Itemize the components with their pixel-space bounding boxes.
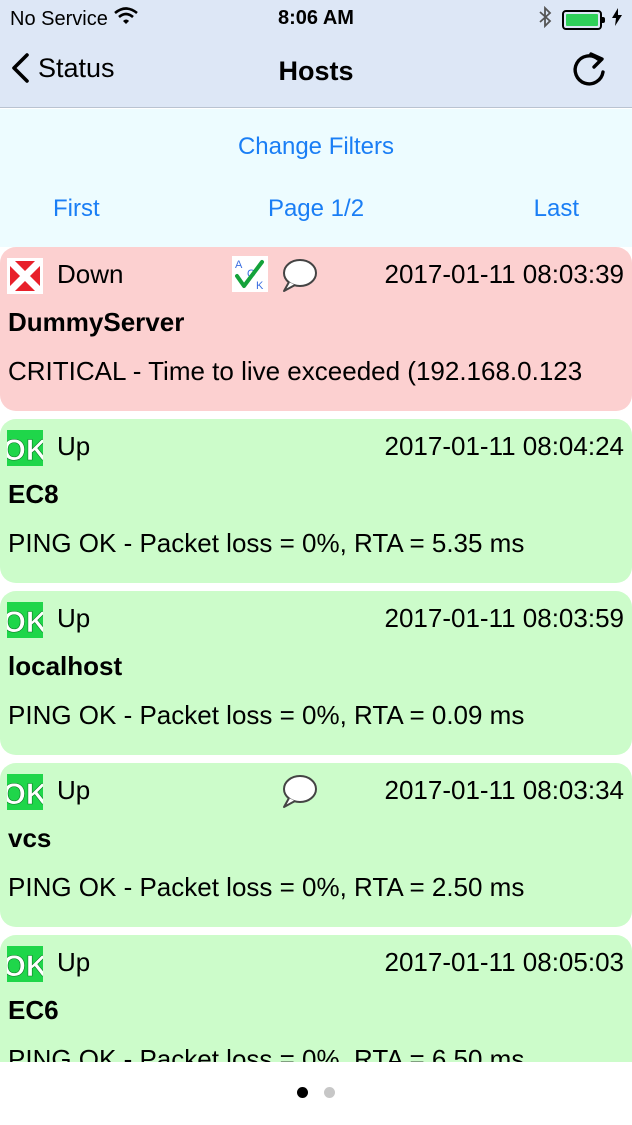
navigation-bar: Status Hosts <box>0 44 632 100</box>
host-timestamp: 2017-01-11 08:03:34 <box>384 775 625 805</box>
host-name: DummyServer <box>8 307 185 337</box>
host-output: PING OK - Packet loss = 0%, RTA = 6.50 m… <box>8 1044 525 1062</box>
ok-icon-text: OK <box>7 606 43 638</box>
host-name: EC6 <box>8 995 59 1025</box>
chevron-left-icon <box>12 53 29 83</box>
host-output: PING OK - Packet loss = 0%, RTA = 0.09 m… <box>8 700 525 730</box>
top-bar: No Service 8:06 AM Status Hosts <box>0 0 632 108</box>
change-filters-button[interactable]: Change Filters <box>0 133 632 161</box>
filters-panel: Change Filters First Page 1/2 Last <box>0 109 632 247</box>
ok-icon-text: OK <box>7 778 43 810</box>
first-page-button[interactable]: First <box>53 195 100 223</box>
down-x-icon <box>7 258 43 294</box>
host-card[interactable]: OK Up 2017-01-11 08:04:24 EC8 PING OK - … <box>0 419 632 583</box>
back-button-label: Status <box>38 52 115 83</box>
host-card[interactable]: OK Up 2017-01-11 08:05:03 EC6 PING OK - … <box>0 935 632 1062</box>
host-card[interactable]: OK Up 2017-01-11 08:03:34 vcs PING OK - … <box>0 763 632 927</box>
page-indicator-label[interactable]: Page 1/2 <box>268 195 364 222</box>
host-name: EC8 <box>8 479 59 509</box>
comment-bubble-icon <box>280 257 318 293</box>
host-status: Up <box>57 775 91 805</box>
comment-bubble-icon <box>280 773 318 809</box>
host-timestamp: 2017-01-11 08:03:59 <box>384 603 625 633</box>
ack-letter-k: K <box>256 280 264 292</box>
host-timestamp: 2017-01-11 08:05:03 <box>384 947 625 977</box>
ok-icon-text: OK <box>7 434 43 466</box>
ok-icon-text: OK <box>7 950 43 982</box>
host-output: PING OK - Packet loss = 0%, RTA = 2.50 m… <box>8 872 525 902</box>
status-bar-right <box>538 5 622 34</box>
bluetooth-icon <box>538 5 552 34</box>
host-status: Up <box>57 947 91 977</box>
host-timestamp: 2017-01-11 08:03:39 <box>384 259 625 289</box>
acknowledged-icon: A O K <box>232 256 268 292</box>
host-status: Down <box>57 259 124 289</box>
refresh-icon <box>573 52 605 86</box>
host-timestamp: 2017-01-11 08:04:24 <box>384 431 625 461</box>
host-output: CRITICAL - Time to live exceeded (192.16… <box>8 356 583 386</box>
page-dots <box>0 1087 632 1098</box>
page-dot-2[interactable] <box>324 1087 335 1098</box>
host-card[interactable]: Down A O K 2017-01-11 08:03:39 DummyServ… <box>0 247 632 411</box>
ok-icon: OK <box>2 946 48 983</box>
page-dot-1[interactable] <box>297 1087 308 1098</box>
ok-icon: OK <box>2 430 48 467</box>
battery-icon <box>562 10 605 30</box>
refresh-button[interactable] <box>570 50 610 90</box>
host-status: Up <box>57 603 91 633</box>
charging-bolt-icon <box>612 8 622 32</box>
host-card[interactable]: OK Up 2017-01-11 08:03:59 localhost PING… <box>0 591 632 755</box>
ok-icon: OK <box>2 602 48 639</box>
last-page-button[interactable]: Last <box>534 195 579 223</box>
ok-icon: OK <box>2 774 48 811</box>
host-name: vcs <box>8 823 52 853</box>
back-button[interactable]: Status <box>10 52 115 84</box>
host-status: Up <box>57 431 91 461</box>
hosts-list[interactable]: Down A O K 2017-01-11 08:03:39 DummyServ… <box>0 247 632 1062</box>
status-bar: No Service 8:06 AM <box>0 0 632 34</box>
host-name: localhost <box>8 651 123 681</box>
ack-letter-a: A <box>235 259 243 271</box>
host-output: PING OK - Packet loss = 0%, RTA = 5.35 m… <box>8 528 525 558</box>
